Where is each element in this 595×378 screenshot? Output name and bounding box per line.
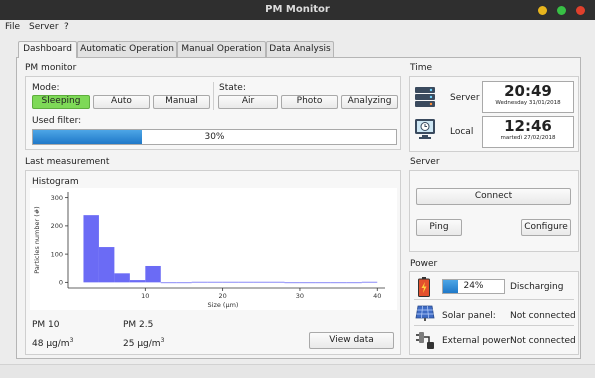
power-divider-1 — [414, 299, 574, 300]
solar-panel-status: Not connected — [510, 311, 576, 321]
state-photo-button[interactable]: Photo — [281, 95, 338, 109]
histogram-bar — [269, 281, 285, 283]
y-tick-label: 100 — [51, 250, 63, 258]
server-panel — [409, 170, 579, 252]
histogram-bar — [191, 281, 208, 283]
local-clock: 12:46 martedì 27/02/2018 — [482, 116, 574, 148]
histogram-bar — [361, 281, 378, 283]
server-title: Server — [410, 157, 440, 167]
state-analyzing-button[interactable]: Analyzing — [341, 95, 398, 109]
tab-automatic-operation[interactable]: Automatic Operation — [77, 41, 177, 57]
pm25-value-text: 25 μg/m — [123, 339, 161, 349]
menu-bar: File Server ? — [0, 20, 595, 35]
histogram-bar — [98, 247, 115, 283]
x-tick-label: 40 — [373, 292, 381, 300]
maximize-button[interactable] — [557, 6, 566, 15]
power-divider-2 — [414, 325, 574, 326]
pm10-unit-exponent: 3 — [69, 337, 74, 344]
y-tick-label: 200 — [51, 222, 63, 230]
mode-state-divider — [213, 82, 214, 110]
x-tick-label: 10 — [141, 292, 149, 300]
histogram-bar — [299, 282, 316, 284]
pm10-value-text: 48 μg/m — [32, 339, 70, 349]
server-date-value: Wednesday 31/01/2018 — [495, 100, 561, 106]
last-measurement-title: Last measurement — [25, 157, 110, 167]
state-air-button[interactable]: Air — [218, 95, 278, 109]
x-tick-label: 20 — [218, 292, 226, 300]
histogram-bar — [346, 282, 362, 284]
power-title: Power — [410, 259, 438, 269]
battery-percent: 24% — [463, 281, 484, 291]
y-tick-label: 0 — [59, 279, 63, 287]
power-plug-icon — [416, 332, 434, 349]
used-filter-label: Used filter: — [32, 116, 82, 126]
server-icon — [415, 87, 435, 107]
y-tick-label: 300 — [51, 194, 63, 202]
window-title: PM Monitor — [265, 4, 330, 15]
histogram-bar — [330, 282, 347, 284]
histogram-bar — [222, 281, 239, 283]
histogram-chart: 010020030010 20 30 40 Particles number (#) … — [30, 188, 397, 310]
pm25-label: PM 2.5 — [123, 320, 154, 330]
histogram-bar — [160, 282, 177, 284]
histogram-label: Histogram — [32, 177, 79, 187]
histogram-bar — [284, 282, 300, 284]
chart-xlabel: Size (μm) — [208, 301, 239, 309]
view-data-button[interactable]: View data — [309, 332, 394, 349]
state-label: State: — [219, 83, 246, 93]
histogram-bar — [238, 281, 254, 283]
solar-panel-label: Solar panel: — [442, 311, 496, 321]
menu-server[interactable]: Server — [29, 22, 59, 32]
minimize-button[interactable] — [538, 6, 547, 15]
histogram-bar — [129, 280, 146, 283]
pm25-unit-exponent: 3 — [160, 337, 165, 344]
battery-progress: 24% — [442, 279, 505, 294]
local-date-value: martedì 27/02/2018 — [500, 135, 556, 141]
external-power-status: Not connected — [510, 336, 576, 346]
menu-help[interactable]: ? — [64, 22, 69, 32]
clock-icon — [415, 119, 435, 139]
battery-status: Discharging — [510, 282, 564, 292]
x-tick-label: 30 — [296, 292, 304, 300]
pm25-value: 25 μg/m3 — [123, 337, 164, 349]
histogram-bar — [114, 273, 130, 283]
histogram-bar — [83, 215, 99, 283]
mode-auto-button[interactable]: Auto — [93, 95, 150, 109]
connect-button[interactable]: Connect — [416, 188, 571, 205]
time-title: Time — [410, 63, 433, 73]
ping-button[interactable]: Ping — [416, 219, 462, 236]
server-time-label: Server — [450, 93, 480, 103]
chart-ylabel: Particles number (#) — [33, 206, 41, 273]
status-bar — [0, 364, 595, 378]
pm10-label: PM 10 — [32, 320, 60, 330]
battery-icon — [418, 277, 430, 297]
tab-dashboard[interactable]: Dashboard — [18, 41, 77, 58]
mode-manual-button[interactable]: Manual — [153, 95, 210, 109]
server-time-value: 20:49 — [504, 82, 552, 100]
mode-label: Mode: — [32, 83, 60, 93]
solar-panel-icon — [415, 305, 435, 321]
server-clock: 20:49 Wednesday 31/01/2018 — [482, 81, 574, 113]
histogram-bar — [145, 265, 161, 283]
pm-monitor-title: PM monitor — [25, 63, 77, 73]
configure-button[interactable]: Configure — [521, 219, 571, 236]
used-filter-progress: 30% — [32, 129, 397, 145]
mode-sleeping-button[interactable]: Sleeping — [32, 95, 90, 109]
local-time-label: Local — [450, 127, 474, 137]
pm10-value: 48 μg/m3 — [32, 337, 73, 349]
external-power-label: External power: — [442, 336, 513, 346]
histogram-bar — [207, 281, 223, 283]
histogram-bar — [315, 282, 331, 284]
menu-file[interactable]: File — [5, 22, 20, 32]
tab-data-analysis[interactable]: Data Analysis — [266, 41, 334, 57]
histogram-bar — [253, 281, 270, 283]
local-time-value: 12:46 — [504, 117, 552, 135]
tab-manual-operation[interactable]: Manual Operation — [177, 41, 266, 57]
close-button[interactable] — [576, 6, 585, 15]
window-titlebar: PM Monitor — [0, 0, 595, 20]
used-filter-percent: 30% — [204, 132, 225, 142]
histogram-bar — [176, 282, 192, 284]
